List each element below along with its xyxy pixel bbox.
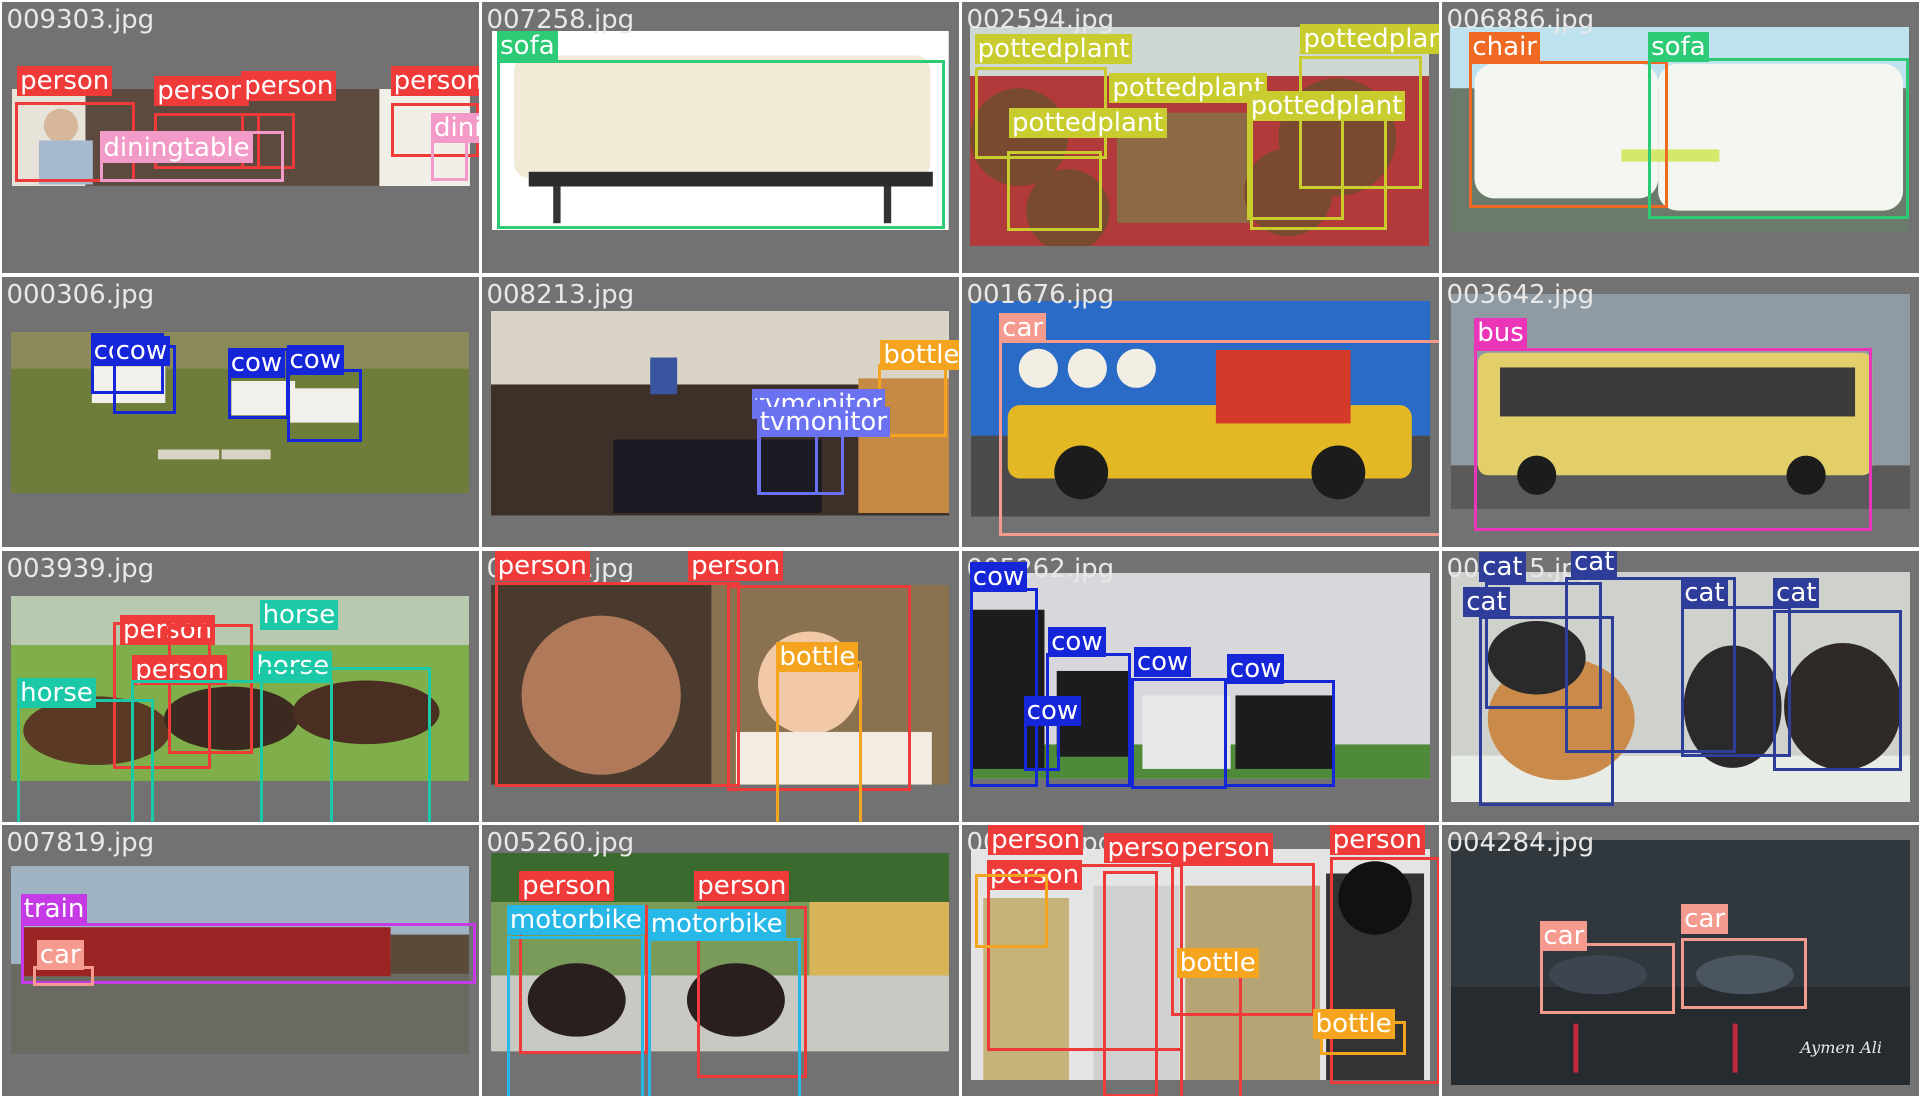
detection-label-person: person (688, 551, 784, 582)
bounding-box-person (494, 581, 740, 788)
detection-label-cow: cow (1023, 695, 1082, 726)
tile-filename: 009303.jpg (6, 5, 155, 36)
image-tile: 008213.jpg bottle tvmonitor tvmonitor (482, 276, 959, 548)
detection-label-horse: horse (17, 678, 96, 709)
image-tile: 003939.jpg person person horse horse horse (2, 551, 479, 822)
tile-filename: 000306.jpg (6, 279, 155, 310)
detection-label-person: person (694, 870, 790, 901)
bounding-box-motorbike (647, 937, 801, 1096)
tile-filename: 003642.jpg (1446, 279, 1595, 310)
bounding-box-bottle (974, 874, 1049, 948)
detection-label-person: person (988, 825, 1084, 856)
detection-label-pottedplant: pottedplant (1109, 73, 1268, 104)
detection-label-bottle: bottle (1176, 947, 1259, 978)
detection-label-cow: cow (112, 335, 171, 366)
image-tile: 000306.jpgcowcowcowcow (2, 276, 479, 548)
detection-label-cat: cat (1773, 577, 1820, 608)
tile-filename: 001676.jpg (966, 279, 1115, 310)
detection-label-person: person (519, 870, 615, 901)
image-tile: 001676.jpg car (962, 276, 1439, 548)
detection-label-cat: cat (1463, 586, 1510, 617)
detection-label-diningtable: diningtable (100, 133, 253, 164)
detection-label-person: person (1177, 832, 1274, 863)
tile-filename: 003939.jpg (6, 554, 155, 585)
detection-label-person: person (494, 551, 590, 582)
detection-label-bus: bus (1474, 318, 1527, 349)
detection-label-car: car (1540, 920, 1588, 951)
bounding-box-horse (259, 667, 431, 822)
detection-label-cat: cat (1479, 552, 1526, 583)
detection-label-cow: cow (286, 345, 344, 376)
image-tile: 007258.jpg sofa (482, 2, 959, 274)
bounding-box-bottle (776, 661, 863, 822)
bounding-box-sofa (497, 59, 946, 229)
bounding-box-pottedplant (1006, 150, 1103, 232)
detection-label-cow: cow (1048, 626, 1106, 657)
detection-label-person: person (241, 71, 337, 101)
tile-filename: 002594.jpg (966, 5, 1115, 36)
image-tile: 006886.jpg chair sofa (1442, 2, 1919, 274)
bounding-box-cat (1773, 609, 1902, 772)
bounding-box-sofa (1648, 57, 1909, 220)
detection-label-bottle: bottle (776, 641, 859, 672)
tile-filename: 008213.jpg (486, 279, 635, 310)
detection-label-tvmonitor: tvmonitor (756, 406, 891, 437)
detection-label-person: person (390, 66, 479, 97)
detection-mosaic: 009303.jpg person person person person dining… (0, 0, 1920, 1100)
tile-filename: 005260.jpg (486, 828, 635, 859)
detection-label-pottedplant: pottedplant (974, 34, 1133, 65)
detection-label-sofa: sofa (497, 30, 558, 61)
image-tile: 007819.jpg train car (2, 825, 479, 1096)
detection-label-cat: cat (1681, 577, 1728, 608)
bounding-box-cow (1131, 678, 1227, 789)
bounding-box-chair (1469, 61, 1668, 209)
bounding-box-person (1180, 959, 1242, 1096)
detection-label-bottle: bottle (1312, 1008, 1395, 1039)
detection-label-cat: cat (1571, 551, 1618, 578)
image-tile: 005262.jpg cow cow cow cow cow (962, 551, 1439, 822)
detection-label-motorbike: motorbike (647, 908, 786, 939)
bounding-box-bus (1474, 347, 1873, 532)
bounding-box-person (1103, 870, 1159, 1096)
bounding-box-cow (286, 368, 363, 443)
image-tile: 004284.jpg car car Aymen Ali (1442, 825, 1919, 1096)
image-tile: 000932.jpgpersonpersonbottle (482, 551, 959, 822)
image-tile: 002015.jpgcatcatcatcatcat (1442, 551, 1919, 822)
tile-filename: 004284.jpg (1446, 828, 1595, 859)
detection-label-cow: cow (1226, 653, 1285, 684)
bounding-box-car (999, 340, 1439, 537)
bounding-box-motorbike (506, 935, 645, 1096)
detection-label-person: person (17, 66, 113, 97)
detection-label-train: train (20, 893, 88, 924)
image-tile: 003642.jpg bus (1442, 276, 1919, 548)
detection-label-cow: cow (227, 347, 286, 378)
detection-label-cow: cow (969, 562, 1028, 593)
detection-label-car: car (1681, 903, 1729, 934)
detection-label-horse: horse (259, 599, 339, 630)
detection-label-chair: chair (1469, 31, 1540, 62)
detection-label-pottedplant: pottedplant (1247, 90, 1406, 121)
detection-label-pottedplant: pottedplant (1300, 24, 1439, 55)
photo-watermark: Aymen Ali (1800, 1037, 1883, 1057)
image-tile: 009303.jpg person person person person dining… (2, 2, 479, 274)
image-tile: 005260.jpg person person motorbike motorbike (482, 825, 959, 1096)
detection-label-person: person (1329, 825, 1425, 856)
detection-label-person: person (154, 75, 250, 106)
bounding-box-cow (1224, 679, 1335, 788)
bounding-box-car (1681, 937, 1808, 1009)
image-tile: 003384.jpgpersonpersonpersonpersonperson… (962, 825, 1439, 1096)
detection-label-motorbike: motorbike (506, 904, 645, 935)
detection-label-pottedplant: pottedplant (1008, 107, 1167, 138)
detection-label-cow: cow (1133, 646, 1192, 677)
detection-label-bottle: bottle (880, 340, 959, 371)
detection-label-sofa: sofa (1648, 31, 1709, 62)
detection-label-diningtable: diningtable (431, 112, 479, 143)
image-tile: 002594.jpg pottedplant pottedplant pottedpl… (962, 2, 1439, 274)
tile-filename: 007819.jpg (6, 828, 155, 859)
detection-label-car: car (36, 940, 84, 971)
bounding-box-car (1540, 942, 1676, 1014)
detection-label-car: car (999, 313, 1047, 344)
